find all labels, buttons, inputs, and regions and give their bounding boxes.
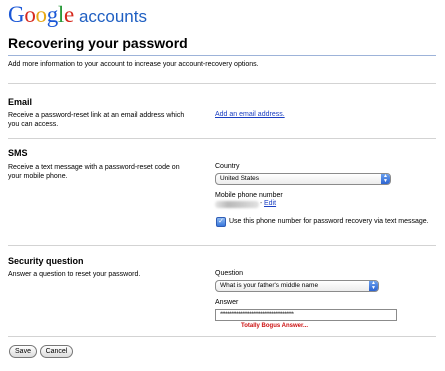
- question-select-value: What is your father's middle name: [220, 282, 319, 289]
- answer-label: Answer: [215, 299, 239, 306]
- security-section-heading: Security question: [8, 256, 84, 266]
- sms-section-heading: SMS: [8, 148, 28, 158]
- title-divider: [8, 55, 436, 56]
- question-select[interactable]: What is your father's middle name ▲ ▼: [215, 280, 379, 292]
- add-email-link[interactable]: Add an email address.: [215, 111, 285, 118]
- page-title: Recovering your password: [8, 35, 188, 51]
- answer-input[interactable]: ****************************************: [215, 309, 397, 321]
- intro-text: Add more information to your account to …: [8, 61, 259, 68]
- logo-letter: G: [8, 2, 25, 27]
- save-button[interactable]: Save: [9, 345, 37, 358]
- question-label: Question: [215, 270, 244, 277]
- section-divider: [8, 245, 436, 246]
- phone-separator: -: [260, 200, 263, 207]
- use-phone-label: Use this phone number for password recov…: [229, 218, 429, 225]
- section-divider: [8, 83, 436, 84]
- google-wordmark: Google: [8, 2, 74, 28]
- country-select-value: United States: [220, 175, 260, 182]
- redacted-phone-number: [215, 201, 259, 208]
- logo-letter: o: [35, 2, 48, 27]
- section-divider: [8, 138, 436, 139]
- sms-section-description: Receive a text message with a password-r…: [8, 164, 180, 180]
- use-phone-checkbox[interactable]: ✓: [216, 217, 226, 227]
- security-section-description: Answer a question to reset your password…: [8, 271, 141, 278]
- google-accounts-logo[interactable]: Google accounts: [8, 2, 147, 28]
- logo-suffix: accounts: [78, 7, 147, 26]
- answer-error-message: Totally Bogus Answer...: [241, 323, 309, 329]
- logo-letter: g: [46, 2, 59, 27]
- country-select[interactable]: United States ▲ ▼: [215, 173, 391, 185]
- email-section-heading: Email: [8, 97, 33, 107]
- checkmark-icon: ✓: [218, 218, 224, 225]
- up-down-arrows-icon: ▲ ▼: [369, 281, 378, 291]
- up-down-arrows-icon: ▲ ▼: [381, 174, 390, 184]
- cancel-button[interactable]: Cancel: [40, 345, 73, 358]
- logo-letter: o: [24, 2, 36, 27]
- phone-label: Mobile phone number: [215, 192, 283, 199]
- email-section-description: Receive a password-reset link at an emai…: [8, 112, 185, 128]
- logo-letter: e: [64, 2, 74, 27]
- country-label: Country: [215, 163, 240, 170]
- edit-phone-link[interactable]: Edit: [264, 200, 276, 207]
- section-divider: [8, 336, 436, 337]
- page: Google accounts Recovering your password…: [0, 0, 445, 371]
